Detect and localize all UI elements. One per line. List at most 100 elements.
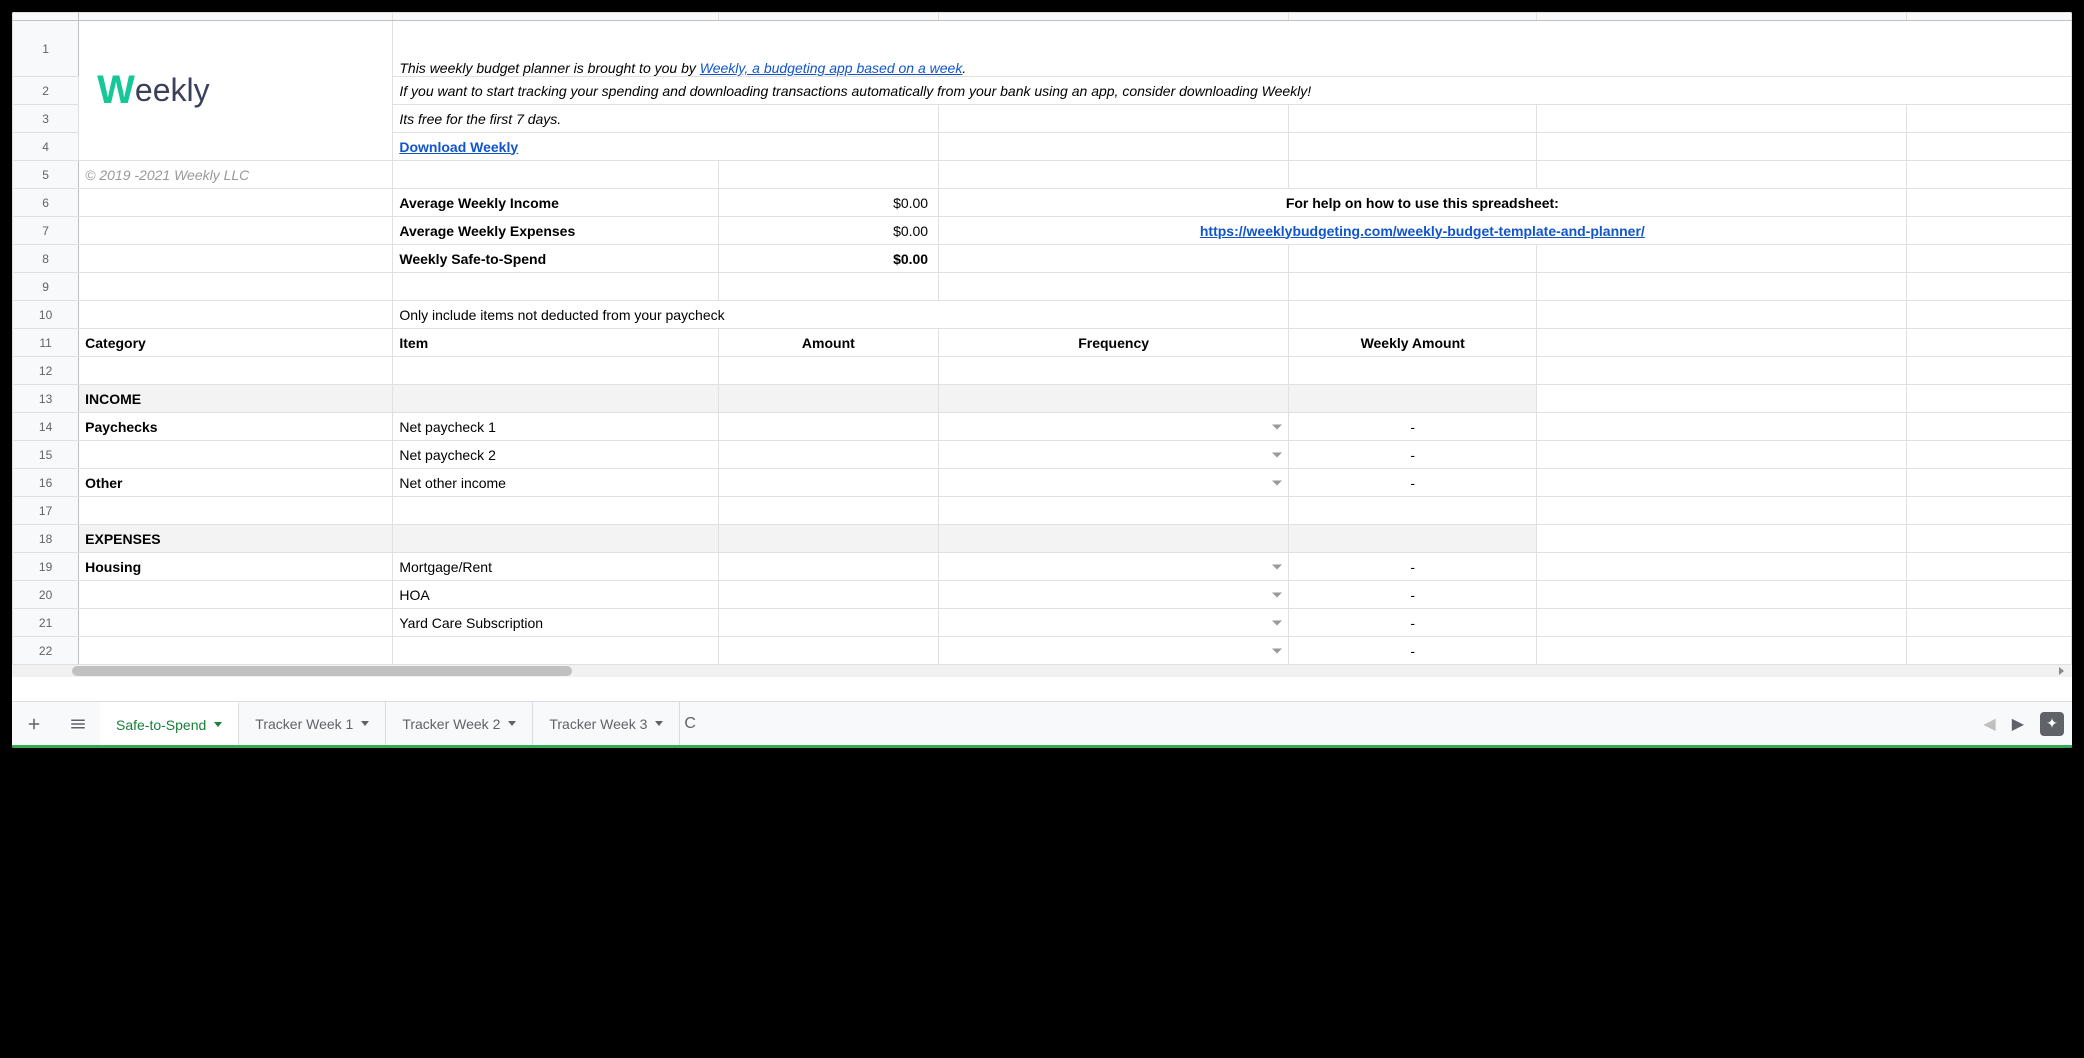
- sheet-tab-bar: Safe-to-Spend Tracker Week 1 Tracker Wee…: [12, 701, 2072, 745]
- item-cell[interactable]: Mortgage/Rent: [393, 553, 718, 581]
- explore-button[interactable]: ✦: [2032, 702, 2072, 745]
- column-header-row[interactable]: [13, 13, 2072, 21]
- dropdown-icon[interactable]: [1272, 592, 1282, 597]
- menu-icon: [69, 715, 87, 733]
- weekly-app-link[interactable]: Weekly, a budgeting app based on a week: [700, 60, 963, 76]
- weekly-amount-cell: -: [1289, 441, 1537, 469]
- grid-area[interactable]: 1 Weekly This weekly budget planner is b…: [12, 12, 2072, 701]
- note-text: Only include items not deducted from you…: [393, 301, 1289, 329]
- tab-tracker-week-2[interactable]: Tracker Week 2: [386, 702, 533, 745]
- row-header[interactable]: 2: [13, 77, 79, 105]
- row: 5 © 2019 -2021 Weekly LLC: [13, 161, 2072, 189]
- frequency-cell[interactable]: [939, 637, 1289, 665]
- dropdown-icon[interactable]: [1272, 452, 1282, 457]
- spreadsheet-grid: 1 Weekly This weekly budget planner is b…: [12, 12, 2072, 665]
- header-category: Category: [79, 329, 393, 357]
- frequency-cell[interactable]: [939, 581, 1289, 609]
- frequency-cell[interactable]: [939, 413, 1289, 441]
- frequency-cell[interactable]: [939, 469, 1289, 497]
- chevron-down-icon[interactable]: [361, 721, 369, 726]
- header-frequency: Frequency: [939, 329, 1289, 357]
- weekly-amount-cell: -: [1289, 609, 1537, 637]
- row-header[interactable]: 5: [13, 161, 79, 189]
- sheet-tabs: Safe-to-Spend Tracker Week 1 Tracker Wee…: [100, 702, 1975, 745]
- download-weekly-link[interactable]: Download Weekly: [399, 139, 518, 155]
- row-header[interactable]: 1: [13, 21, 79, 77]
- dropdown-icon[interactable]: [1272, 620, 1282, 625]
- logo-icon: W: [97, 68, 135, 112]
- row-header[interactable]: 15: [13, 441, 79, 469]
- scrollbar-thumb[interactable]: [72, 666, 572, 676]
- row-header[interactable]: 9: [13, 273, 79, 301]
- row-header[interactable]: 22: [13, 637, 79, 665]
- row: 22 -: [13, 637, 2072, 665]
- help-label: For help on how to use this spreadsheet:: [939, 189, 1906, 217]
- row-header[interactable]: 21: [13, 609, 79, 637]
- row: 17: [13, 497, 2072, 525]
- amount-cell[interactable]: [718, 553, 939, 581]
- row: 12: [13, 357, 2072, 385]
- tab-tracker-week-1[interactable]: Tracker Week 1: [239, 702, 386, 745]
- row-header[interactable]: 14: [13, 413, 79, 441]
- row-header[interactable]: 7: [13, 217, 79, 245]
- tab-label: Tracker Week 1: [255, 716, 353, 732]
- row-header[interactable]: 18: [13, 525, 79, 553]
- safe-to-spend-value[interactable]: $0.00: [718, 245, 939, 273]
- row-header[interactable]: 6: [13, 189, 79, 217]
- row-header[interactable]: 13: [13, 385, 79, 413]
- item-cell[interactable]: [393, 637, 718, 665]
- row-header[interactable]: 8: [13, 245, 79, 273]
- amount-cell[interactable]: [718, 413, 939, 441]
- row-header[interactable]: 10: [13, 301, 79, 329]
- amount-cell[interactable]: [718, 441, 939, 469]
- row: 14 Paychecks Net paycheck 1 -: [13, 413, 2072, 441]
- help-link[interactable]: https://weeklybudgeting.com/weekly-budge…: [1200, 223, 1645, 239]
- row-header[interactable]: 12: [13, 357, 79, 385]
- header-item: Item: [393, 329, 718, 357]
- tab-tracker-week-3[interactable]: Tracker Week 3: [533, 702, 680, 745]
- row: 21 Yard Care Subscription -: [13, 609, 2072, 637]
- frequency-cell[interactable]: [939, 609, 1289, 637]
- chevron-down-icon[interactable]: [655, 721, 663, 726]
- row: 6 Average Weekly Income $0.00 For help o…: [13, 189, 2072, 217]
- dropdown-icon[interactable]: [1272, 424, 1282, 429]
- dropdown-icon[interactable]: [1272, 564, 1282, 569]
- frequency-cell[interactable]: [939, 441, 1289, 469]
- dropdown-icon[interactable]: [1272, 480, 1282, 485]
- item-cell[interactable]: HOA: [393, 581, 718, 609]
- logo-text: eekly: [135, 72, 210, 108]
- row-header[interactable]: 16: [13, 469, 79, 497]
- safe-to-spend-label: Weekly Safe-to-Spend: [393, 245, 718, 273]
- tab-scroll-right-icon[interactable]: ▶: [2012, 714, 2024, 734]
- avg-income-value[interactable]: $0.00: [718, 189, 939, 217]
- row-header[interactable]: 20: [13, 581, 79, 609]
- row-header[interactable]: 3: [13, 105, 79, 133]
- item-cell[interactable]: Yard Care Subscription: [393, 609, 718, 637]
- item-cell[interactable]: Net paycheck 1: [393, 413, 718, 441]
- chevron-down-icon[interactable]: [214, 722, 222, 727]
- all-sheets-button[interactable]: [56, 702, 100, 745]
- tab-label: Tracker Week 3: [549, 716, 647, 732]
- sparkle-icon: ✦: [2040, 712, 2064, 736]
- amount-cell[interactable]: [718, 469, 939, 497]
- tab-partial[interactable]: C: [680, 702, 700, 745]
- section-income: INCOME: [79, 385, 393, 413]
- add-sheet-button[interactable]: [12, 702, 56, 745]
- row-header[interactable]: 17: [13, 497, 79, 525]
- amount-cell[interactable]: [718, 637, 939, 665]
- tab-scroll-left-icon[interactable]: ◀: [1983, 714, 1995, 734]
- dropdown-icon[interactable]: [1272, 648, 1282, 653]
- item-cell[interactable]: Net other income: [393, 469, 718, 497]
- row-header[interactable]: 11: [13, 329, 79, 357]
- avg-expenses-value[interactable]: $0.00: [718, 217, 939, 245]
- item-cell[interactable]: Net paycheck 2: [393, 441, 718, 469]
- amount-cell[interactable]: [718, 581, 939, 609]
- scroll-right-icon[interactable]: [2059, 667, 2064, 675]
- row-header[interactable]: 4: [13, 133, 79, 161]
- frequency-cell[interactable]: [939, 553, 1289, 581]
- amount-cell[interactable]: [718, 609, 939, 637]
- chevron-down-icon[interactable]: [508, 721, 516, 726]
- tab-safe-to-spend[interactable]: Safe-to-Spend: [100, 702, 239, 745]
- horizontal-scrollbar[interactable]: [12, 665, 2072, 677]
- row-header[interactable]: 19: [13, 553, 79, 581]
